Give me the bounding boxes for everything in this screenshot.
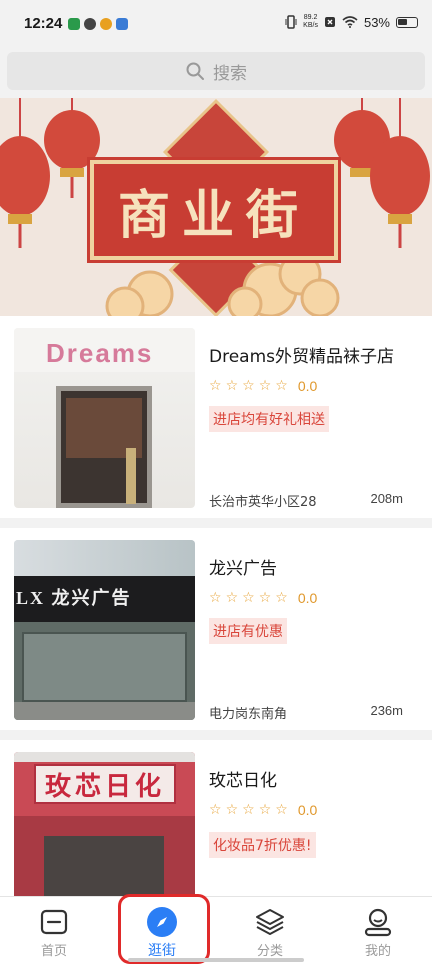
- battery-icon: [396, 16, 418, 28]
- shop-photo: Dreams: [14, 328, 195, 508]
- shop-card[interactable]: LX 龙兴广告 龙兴广告 ☆ ☆ ☆ ☆ ☆ 0.0 进店有优惠 电力岗东南角 …: [0, 528, 432, 730]
- tab-label: 首页: [40, 944, 67, 959]
- promo-tag: 化妆品7折优惠!: [209, 832, 316, 858]
- search-icon: [186, 62, 204, 80]
- promo-tag: 进店均有好礼相送: [209, 406, 329, 432]
- shop-distance: 208m: [370, 491, 403, 506]
- rating-stars: ☆ ☆ ☆ ☆ ☆ 0.0: [209, 590, 317, 606]
- star-icon: ☆: [225, 378, 239, 394]
- notification-icons: [68, 18, 128, 30]
- network-speed: 89.2 KB/s: [303, 14, 318, 29]
- star-icon: ☆: [242, 802, 255, 818]
- home-icon: [40, 909, 68, 935]
- star-icon: ☆: [258, 378, 272, 394]
- rating-value: 0.0: [297, 378, 318, 394]
- tab-highlight-box: [118, 894, 210, 964]
- wifi-icon: [342, 16, 358, 28]
- rating-value: 0.0: [297, 590, 318, 606]
- star-icon: ☆: [275, 802, 288, 818]
- shop-distance: 236m: [370, 703, 403, 718]
- shop-name: 玫芯日化: [209, 771, 277, 791]
- star-icon: ☆: [209, 378, 222, 394]
- layers-icon: [256, 909, 284, 935]
- shop-name: 龙兴广告: [209, 559, 277, 579]
- weibo-icon: [100, 18, 112, 30]
- rating-stars: ☆ ☆ ☆ ☆ ☆ 0.0: [209, 802, 317, 818]
- star-icon: ☆: [258, 590, 272, 606]
- star-icon: ☆: [209, 590, 222, 606]
- no-sim-icon: [324, 17, 335, 27]
- tab-mine[interactable]: 我的: [324, 897, 432, 964]
- shop-card[interactable]: 玫芯日化 玫芯日化 ☆ ☆ ☆ ☆ ☆ 0.0 化妆品7折优惠!: [0, 740, 432, 896]
- star-icon: ☆: [225, 590, 239, 606]
- shop-sign: 玫芯日化: [44, 771, 165, 802]
- banner-title-board: 商业街: [90, 160, 338, 260]
- shop-address: 电力岗东南角: [209, 707, 288, 722]
- app-notification-icon: [84, 18, 96, 30]
- star-icon: ☆: [275, 378, 288, 394]
- tab-label: 我的: [364, 944, 391, 959]
- app-screen: 12:24 89.2 KB/s 53% 搜索 商业街 Dreams Dreams…: [0, 0, 432, 964]
- promo-tag: 进店有优惠: [209, 618, 287, 644]
- star-icon: ☆: [209, 802, 222, 818]
- search-placeholder: 搜索: [213, 63, 247, 84]
- banner-title: 商业街: [117, 184, 310, 246]
- status-time: 12:24: [24, 15, 63, 32]
- tab-label: 分类: [256, 944, 283, 959]
- rating-stars: ☆ ☆ ☆ ☆ ☆ 0.0: [209, 378, 317, 394]
- shop-photo: 玫芯日化: [14, 752, 195, 896]
- star-icon: ☆: [225, 802, 239, 818]
- search-bar[interactable]: 搜索: [7, 52, 425, 90]
- shop-name: Dreams外贸精品袜子店: [209, 347, 394, 367]
- battery-percent: 53%: [363, 14, 390, 30]
- status-bar: 12:24 89.2 KB/s 53%: [0, 0, 432, 48]
- star-icon: ☆: [275, 590, 288, 606]
- street-banner[interactable]: 商业街: [0, 98, 432, 316]
- shop-sign: Dreams: [46, 338, 154, 368]
- app-notification-icon: [116, 18, 128, 30]
- rating-value: 0.0: [297, 802, 318, 818]
- shop-card[interactable]: Dreams Dreams外贸精品袜子店 ☆ ☆ ☆ ☆ ☆ 0.0 进店均有好…: [0, 316, 432, 518]
- status-right: 89.2 KB/s 53%: [285, 14, 418, 30]
- app-notification-icon: [68, 18, 80, 30]
- tab-category[interactable]: 分类: [216, 897, 324, 964]
- star-icon: ☆: [242, 590, 255, 606]
- home-indicator: [128, 958, 304, 962]
- star-icon: ☆: [242, 378, 255, 394]
- star-icon: ☆: [258, 802, 272, 818]
- vibrate-icon: [285, 15, 297, 29]
- user-icon: [364, 908, 392, 937]
- tab-home[interactable]: 首页: [0, 897, 108, 964]
- shop-photo: LX 龙兴广告: [14, 540, 195, 720]
- shop-address: 长治市英华小区28: [209, 495, 317, 510]
- shop-sign: LX 龙兴广告: [16, 588, 132, 608]
- bottom-tab-bar: 首页 逛街 分类 我的: [0, 896, 432, 964]
